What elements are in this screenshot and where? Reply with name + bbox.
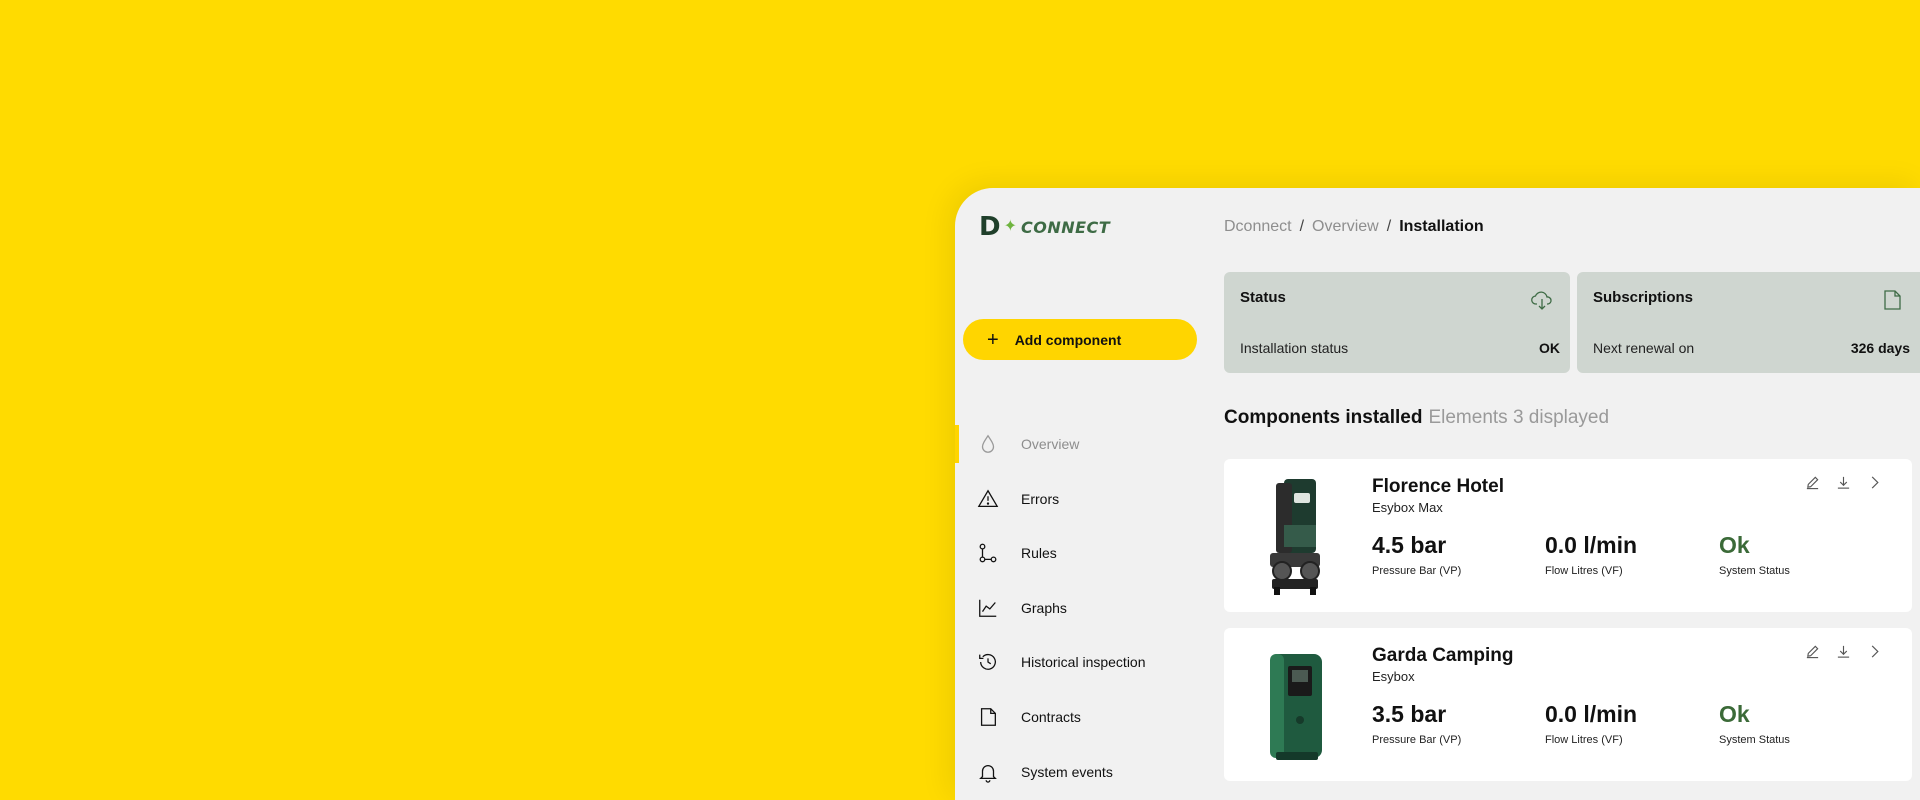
flow-label: Flow Litres (VF) bbox=[1545, 734, 1623, 746]
pressure-label: Pressure Bar (VP) bbox=[1372, 734, 1462, 746]
component-model: Esybox Max bbox=[1372, 500, 1443, 515]
sidebar-item-label: Historical inspection bbox=[1021, 654, 1146, 671]
components-count: Elements 3 displayed bbox=[1428, 407, 1610, 428]
subscriptions-card-title: Subscriptions bbox=[1593, 289, 1694, 306]
sidebar-item-historical-inspection[interactable]: Historical inspection bbox=[955, 643, 1205, 681]
chevron-right-icon[interactable] bbox=[1867, 475, 1882, 490]
components-title: Components installed bbox=[1224, 407, 1423, 428]
logo-letter: D bbox=[979, 212, 1001, 242]
sidebar-item-contracts[interactable]: Contracts bbox=[955, 698, 1205, 736]
flow-metric: 0.0 l/min Flow Litres (VF) bbox=[1545, 532, 1637, 577]
component-model: Esybox bbox=[1372, 669, 1415, 684]
cloud-icon bbox=[1531, 291, 1552, 310]
component-card[interactable]: Florence Hotel Esybox Max 4.5 bar Pressu… bbox=[1224, 459, 1912, 612]
components-section-title: Components installed Elements 3 displayed bbox=[1224, 407, 1609, 429]
breadcrumb-separator: / bbox=[1299, 218, 1305, 235]
breadcrumb-dconnect[interactable]: Dconnect bbox=[1224, 218, 1292, 236]
document-icon bbox=[1884, 290, 1901, 310]
dconnect-logo[interactable]: D ✦ CONNECT bbox=[979, 212, 1110, 242]
app-window: D ✦ CONNECT + Add component Overview Err… bbox=[955, 188, 1920, 800]
sidebar-item-label: Contracts bbox=[1021, 708, 1081, 725]
pressure-metric: 4.5 bar Pressure Bar (VP) bbox=[1372, 532, 1461, 577]
logo-text: CONNECT bbox=[1021, 217, 1111, 237]
add-component-button[interactable]: + Add component bbox=[963, 319, 1197, 360]
system-status-label: System Status bbox=[1719, 565, 1790, 577]
status-card-title: Status bbox=[1240, 289, 1286, 306]
breadcrumb-overview[interactable]: Overview bbox=[1312, 218, 1379, 236]
sidebar-item-rules[interactable]: Rules bbox=[955, 534, 1205, 572]
sidebar-item-system-events[interactable]: System events bbox=[955, 753, 1205, 791]
logo-star-icon: ✦ bbox=[1003, 218, 1017, 235]
pressure-metric: 3.5 bar Pressure Bar (VP) bbox=[1372, 701, 1461, 746]
sidebar-item-label: Rules bbox=[1021, 545, 1057, 562]
esybox-max-pump-image bbox=[1270, 479, 1320, 595]
sidebar-item-graphs[interactable]: Graphs bbox=[955, 589, 1205, 627]
chevron-right-icon[interactable] bbox=[1867, 644, 1882, 659]
breadcrumb-current: Installation bbox=[1399, 218, 1484, 235]
sidebar-item-overview[interactable]: Overview bbox=[955, 425, 1205, 463]
component-actions bbox=[1805, 475, 1882, 490]
sidebar-item-label: Graphs bbox=[1021, 599, 1067, 616]
pressure-label: Pressure Bar (VP) bbox=[1372, 565, 1462, 577]
next-renewal-label: Next renewal on bbox=[1593, 340, 1695, 356]
breadcrumb: Dconnect / Overview / Installation bbox=[1224, 212, 1484, 242]
component-name: Garda Camping bbox=[1372, 645, 1514, 666]
flow-metric: 0.0 l/min Flow Litres (VF) bbox=[1545, 701, 1637, 746]
edit-icon[interactable] bbox=[1805, 644, 1820, 659]
pressure-value: 3.5 bar bbox=[1372, 701, 1447, 727]
system-status-value: Ok bbox=[1719, 701, 1750, 727]
sidebar-item-label: Errors bbox=[1021, 490, 1060, 507]
sidebar-item-errors[interactable]: Errors bbox=[955, 480, 1205, 518]
esybox-pump-image bbox=[1270, 654, 1322, 760]
pressure-value: 4.5 bar bbox=[1372, 532, 1447, 558]
component-card[interactable]: Garda Camping Esybox 3.5 bar Pressure Ba… bbox=[1224, 628, 1912, 781]
system-status-metric: Ok System Status bbox=[1719, 532, 1790, 577]
sidebar-item-label: System events bbox=[1021, 763, 1113, 780]
flow-value: 0.0 l/min bbox=[1545, 701, 1638, 727]
system-status-label: System Status bbox=[1719, 734, 1790, 746]
flow-value: 0.0 l/min bbox=[1545, 532, 1638, 558]
rules-icon bbox=[979, 543, 997, 563]
status-card[interactable]: Status Installation status OK bbox=[1224, 272, 1570, 373]
installation-status-label: Installation status bbox=[1240, 340, 1349, 356]
sidebar-nav: Overview Errors Rules Graphs Historical … bbox=[955, 425, 1205, 800]
system-status-metric: Ok System Status bbox=[1719, 701, 1790, 746]
document-icon bbox=[980, 708, 996, 726]
download-icon[interactable] bbox=[1836, 644, 1851, 659]
drop-icon bbox=[981, 434, 995, 453]
component-actions bbox=[1805, 644, 1882, 659]
flow-label: Flow Litres (VF) bbox=[1545, 565, 1623, 577]
system-status-value: Ok bbox=[1719, 532, 1750, 558]
installation-status-value: OK bbox=[1539, 340, 1560, 356]
add-component-label: Add component bbox=[1014, 331, 1122, 348]
graph-icon bbox=[979, 599, 997, 617]
history-icon bbox=[979, 654, 996, 671]
next-renewal-value: 326 days bbox=[1850, 340, 1910, 356]
breadcrumb-separator: / bbox=[1386, 218, 1392, 235]
subscriptions-card[interactable]: Subscriptions Next renewal on 326 days bbox=[1577, 272, 1920, 373]
bell-icon bbox=[979, 764, 997, 783]
plus-icon: + bbox=[987, 328, 999, 351]
warning-icon bbox=[977, 489, 999, 507]
download-icon[interactable] bbox=[1836, 475, 1851, 490]
edit-icon[interactable] bbox=[1805, 475, 1820, 490]
component-name: Florence Hotel bbox=[1372, 476, 1504, 497]
sidebar-item-label: Overview bbox=[1021, 436, 1080, 452]
